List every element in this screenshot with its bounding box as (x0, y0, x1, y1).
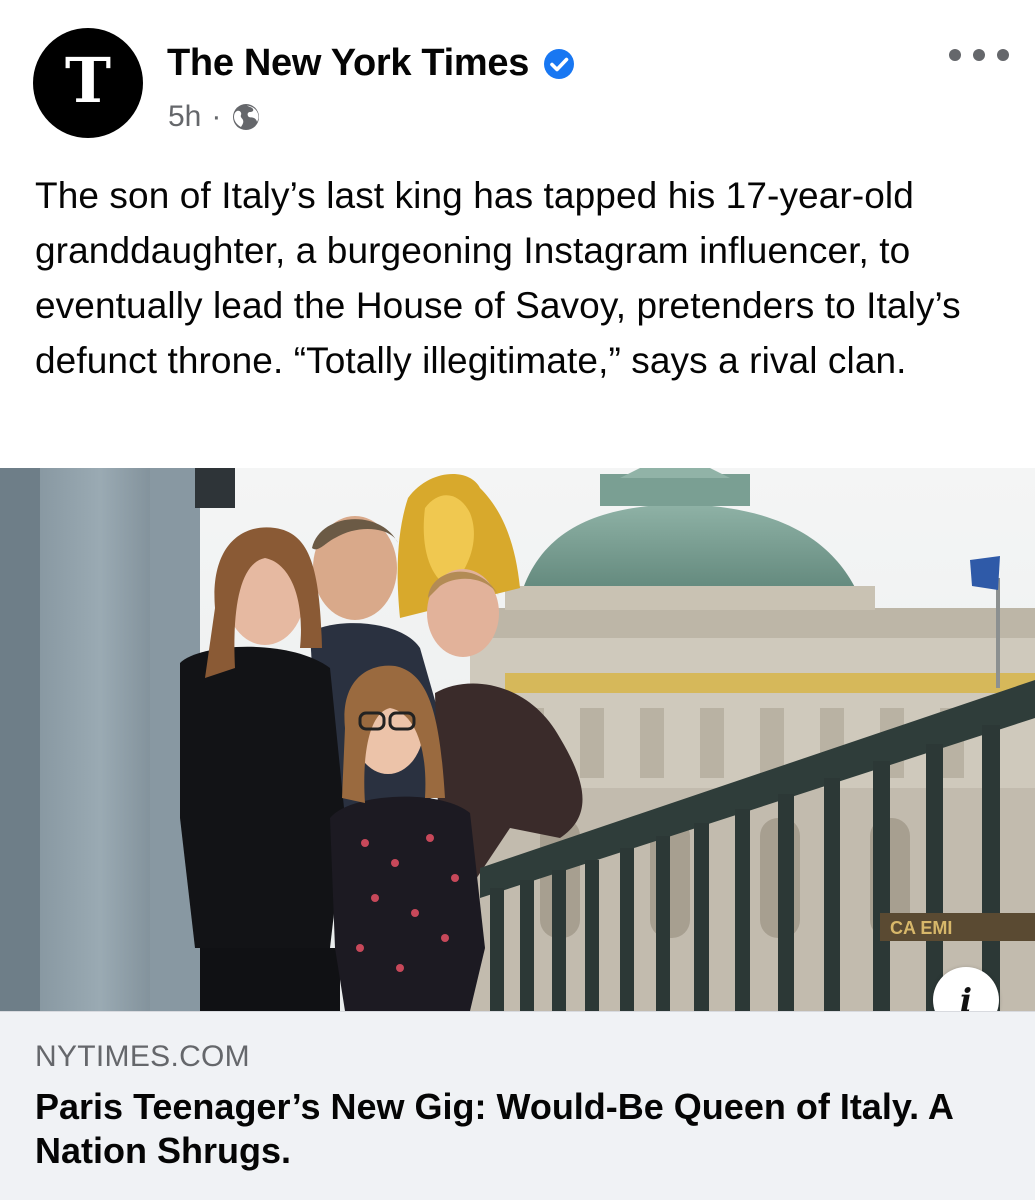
post-timestamp[interactable]: 5h (168, 100, 201, 134)
more-dot (997, 49, 1009, 61)
more-dot (949, 49, 961, 61)
page-avatar[interactable]: T (33, 28, 143, 138)
link-domain: NYTIMES.COM (35, 1040, 250, 1073)
nyt-logo: T (64, 44, 112, 117)
page-name-link[interactable]: The New York Times (167, 42, 575, 85)
more-dot (973, 49, 985, 61)
family-photo-illustration: CA EMI (0, 468, 1035, 1011)
building-sign: CA EMI (890, 918, 952, 938)
globe-icon[interactable] (231, 102, 261, 132)
meta-separator: · (211, 100, 222, 133)
post-photo[interactable]: CA EMI i (0, 468, 1035, 1011)
link-preview-card[interactable]: NYTIMES.COM Paris Teenager’s New Gig: Wo… (0, 1011, 1035, 1200)
link-title[interactable]: Paris Teenager’s New Gig: Would-Be Queen… (35, 1085, 1005, 1173)
more-options-icon[interactable] (949, 40, 1009, 70)
page-name[interactable]: The New York Times (167, 42, 529, 85)
verified-badge-icon (544, 48, 575, 79)
post-meta: 5h · (168, 100, 261, 134)
post-header: T The New York Times 5h · (0, 0, 1035, 160)
post-text: The son of Italy’s last king has tapped … (35, 175, 961, 381)
